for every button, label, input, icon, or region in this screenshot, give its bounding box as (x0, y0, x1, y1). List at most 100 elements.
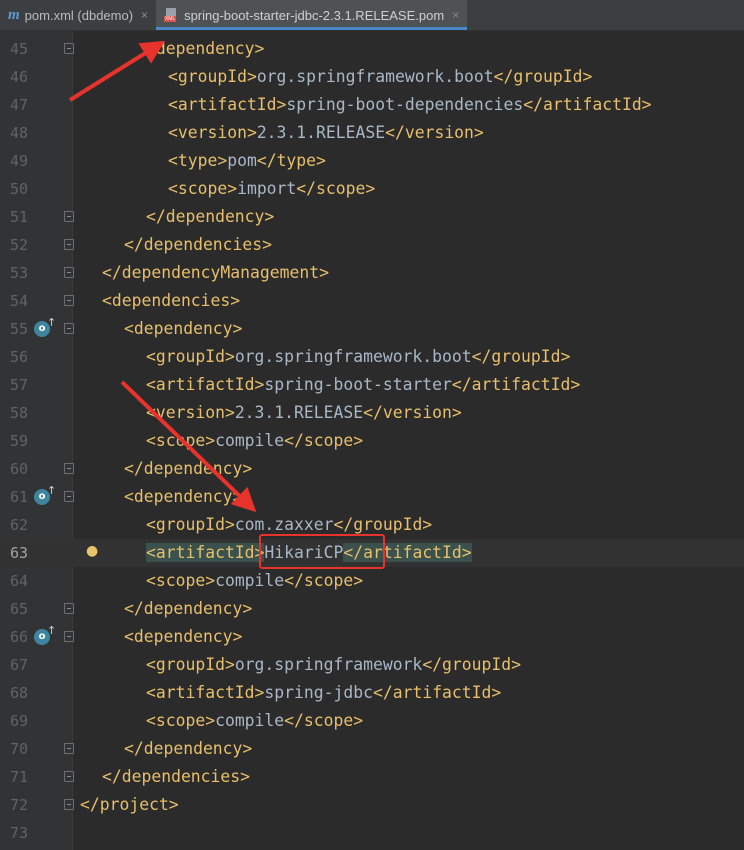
fold-marker-icon[interactable] (64, 603, 74, 614)
line-number: 69 (9, 712, 28, 730)
fold-marker-icon[interactable] (64, 267, 74, 278)
code-text: <dependency> (124, 623, 242, 651)
overrides-gutter-icon[interactable]: o ↑ (34, 624, 56, 646)
code-line[interactable]: 53 </dependencyManagement> (0, 259, 744, 287)
xml-tag: </artifactId> (523, 95, 652, 114)
fold-marker-icon[interactable] (64, 295, 74, 306)
code-line[interactable]: 72 </project> (0, 791, 744, 819)
fold-marker-icon[interactable] (64, 771, 74, 782)
code-line[interactable]: 56 <groupId>org.springframework.boot</gro… (0, 343, 744, 371)
code-editor[interactable]: 45 <dependency> 46 <groupId>org.springframe… (0, 31, 744, 850)
fold-marker-icon[interactable] (64, 211, 74, 222)
fold-marker-icon[interactable] (64, 463, 74, 474)
code-text: <groupId>org.springframework</groupId> (146, 651, 521, 679)
xml-tag: </dependency> (124, 599, 253, 618)
line-number: 57 (9, 376, 28, 394)
code-line[interactable]: 45 <dependency> (0, 35, 744, 63)
code-line[interactable]: 69 <scope>compile</scope> (0, 707, 744, 735)
xml-tag: </artifactId> (372, 683, 502, 702)
code-line[interactable]: 73 (0, 819, 744, 847)
fold-marker-icon[interactable] (64, 43, 74, 54)
code-line[interactable]: 57 <artifactId>spring-boot-starter</artif… (0, 371, 744, 399)
code-line[interactable]: 52 </dependencies> (0, 231, 744, 259)
line-number: 51 (9, 208, 28, 226)
line-number: 62 (9, 516, 28, 534)
code-line[interactable]: 71 </dependencies> (0, 763, 744, 791)
code-text: </dependency> (124, 735, 252, 763)
maven-icon: m (8, 6, 20, 23)
xml-tag: </artifactId> (451, 375, 581, 394)
code-line[interactable]: 46 <groupId>org.springframework.boot</gro… (0, 63, 744, 91)
code-line[interactable]: 64 <scope>compile</scope> (0, 567, 744, 595)
xml-tag: </version> (363, 403, 462, 422)
fold-marker-icon[interactable] (64, 799, 74, 810)
overrides-gutter-icon[interactable]: o ↑ (34, 316, 56, 338)
line-number: 54 (9, 292, 28, 310)
close-icon[interactable]: × (452, 8, 459, 22)
code-text: <groupId>org.springframework.boot</group… (168, 63, 592, 91)
xml-tag: </scope> (284, 431, 364, 450)
xml-tag: <dependencies> (102, 291, 241, 310)
xml-tag: </dependency> (146, 207, 275, 226)
overrides-gutter-icon[interactable]: o ↑ (34, 484, 56, 506)
xml-tag: </dependency> (124, 459, 253, 478)
code-line[interactable]: 61 o ↑ <dependency> (0, 483, 744, 511)
code-text: <scope>import</scope> (168, 175, 375, 203)
code-line[interactable]: 47 <artifactId>spring-boot-dependencies</… (0, 91, 744, 119)
code-line[interactable]: 60 </dependency> (0, 455, 744, 483)
fold-marker-icon[interactable] (64, 239, 74, 250)
xml-tag: </version> (385, 123, 484, 142)
code-line[interactable]: 66 o ↑ <dependency> (0, 623, 744, 651)
xml-tag: <groupId> (146, 347, 235, 366)
xml-tag: <dependency> (124, 319, 243, 338)
xml-text: org.springframework.boot (256, 67, 494, 86)
fold-marker-icon[interactable] (64, 743, 74, 754)
xml-tag: </scope> (284, 571, 364, 590)
code-line[interactable]: 58 <version>2.3.1.RELEASE</version> (0, 399, 744, 427)
lightbulb-icon[interactable]: ● (86, 543, 98, 559)
code-text: </dependency> (146, 203, 274, 231)
line-number: 46 (9, 68, 28, 86)
code-text: <scope>compile</scope> (146, 707, 363, 735)
fold-marker-icon[interactable] (64, 631, 74, 642)
code-text: <dependency> (146, 35, 264, 63)
code-line[interactable]: 54 <dependencies> (0, 287, 744, 315)
line-number: 48 (9, 124, 28, 142)
line-number: 65 (9, 600, 28, 618)
tab-pom-xml[interactable]: m pom.xml (dbdemo) × (0, 0, 156, 30)
code-line[interactable]: 67 <groupId>org.springframework</groupId> (0, 651, 744, 679)
code-line[interactable]: 51 </dependency> (0, 203, 744, 231)
code-text: <version>2.3.1.RELEASE</version> (168, 119, 484, 147)
line-number: 52 (9, 236, 28, 254)
code-text: <dependency> (124, 315, 242, 343)
xml-text: compile (215, 571, 285, 590)
xml-tag: </groupId> (333, 515, 433, 534)
tab-label: spring-boot-starter-jdbc-2.3.1.RELEASE.p… (184, 7, 445, 23)
code-line[interactable]: 50 <scope>import</scope> (0, 175, 744, 203)
code-line[interactable]: 55 o ↑ <dependency> (0, 315, 744, 343)
xml-tag: <version> (168, 123, 257, 142)
annotation-highlight-box (259, 534, 385, 569)
xml-tag: </type> (256, 151, 326, 170)
code-line[interactable]: 48 <version>2.3.1.RELEASE</version> (0, 119, 744, 147)
tab-spring-boot-starter-jdbc-pom[interactable]: XML spring-boot-starter-jdbc-2.3.1.RELEA… (156, 0, 468, 30)
fold-marker-icon[interactable] (64, 323, 74, 334)
code-line[interactable]: 68 <artifactId>spring-jdbc</artifactId> (0, 679, 744, 707)
xml-tag: <artifactId> (146, 375, 265, 394)
code-text: </dependency> (124, 595, 252, 623)
line-number: 50 (9, 180, 28, 198)
code-line[interactable]: 59 <scope>compile</scope> (0, 427, 744, 455)
code-line[interactable]: 49 <type>pom</type> (0, 147, 744, 175)
line-number: 47 (9, 96, 28, 114)
xml-text: pom (227, 151, 257, 170)
fold-marker-icon[interactable] (64, 491, 74, 502)
xml-tag: <scope> (146, 711, 216, 730)
close-icon[interactable]: × (141, 8, 148, 22)
code-line[interactable]: 65 </dependency> (0, 595, 744, 623)
code-line[interactable]: 70 </dependency> (0, 735, 744, 763)
line-number: 58 (9, 404, 28, 422)
xml-text: 2.3.1.RELEASE (234, 403, 364, 422)
xml-text: 2.3.1.RELEASE (256, 123, 386, 142)
xml-text: spring-jdbc (264, 683, 373, 702)
xml-tag: <artifactId> (168, 95, 287, 114)
